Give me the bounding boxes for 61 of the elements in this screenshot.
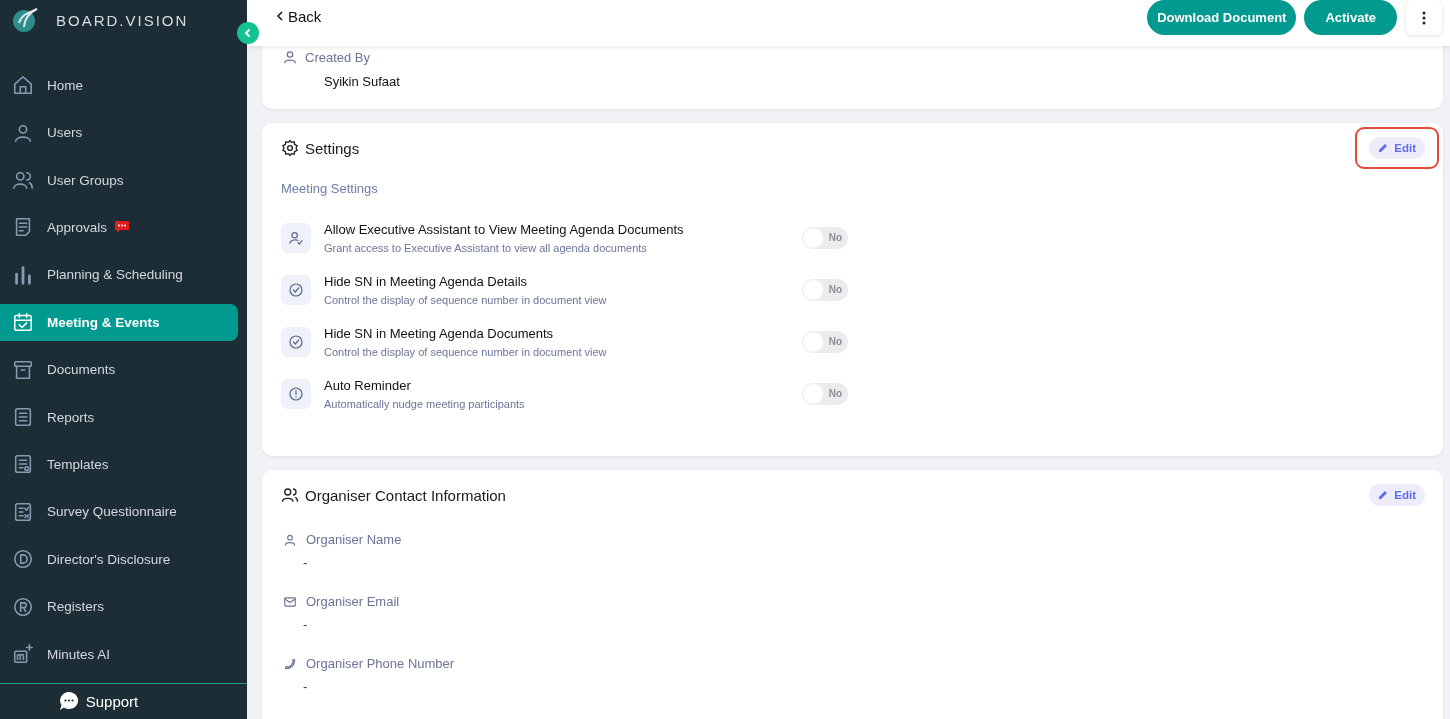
field-label: Created By	[305, 50, 371, 65]
nav-item[interactable]: Documents	[0, 351, 238, 389]
field-value: Syikin Sufaat	[323, 74, 400, 89]
field-value: -	[303, 555, 308, 570]
nav-item[interactable]: Home	[0, 66, 238, 104]
field-label: Organiser Phone Number	[306, 656, 455, 671]
archive-icon	[12, 358, 34, 381]
edit-button[interactable]: Edit	[1369, 484, 1425, 506]
back-link[interactable]: Back	[276, 7, 322, 25]
support-button[interactable]: Support	[0, 682, 247, 719]
more-vertical-icon	[1422, 10, 1426, 25]
nav-item[interactable]: Survey Questionnaire	[0, 493, 238, 531]
setting-description: Control the display of sequence number in document view	[324, 294, 608, 306]
settings-icon	[281, 139, 299, 157]
pencil-icon	[1378, 490, 1389, 500]
user-icon	[283, 532, 297, 547]
setting-title: Hide SN in Meeting Agenda Documents	[324, 326, 555, 341]
edit-button[interactable]: Edit	[1369, 137, 1425, 159]
card-title: Settings	[305, 139, 360, 157]
mail-icon	[283, 594, 297, 609]
field-label: Organiser Name	[306, 532, 402, 547]
chat-badge-icon	[114, 220, 131, 235]
users-icon	[12, 169, 34, 192]
nav-item[interactable]: Reports	[0, 398, 238, 436]
setting-title: Allow Executive Assistant to View Meeting Agenda Documents	[324, 222, 685, 237]
setting-description: Control the display of sequence number in document view	[324, 346, 608, 358]
user-icon	[284, 51, 296, 64]
setting-title: Hide SN in Meeting Agenda Details	[324, 274, 529, 289]
logo-icon	[12, 7, 38, 34]
users-icon	[281, 486, 299, 504]
template-icon	[12, 453, 34, 476]
setting-description: Automatically nudge meeting participants	[324, 398, 526, 410]
nav-item[interactable]: Approvals	[0, 209, 238, 246]
user-check-icon	[281, 223, 311, 253]
chevron-left-icon	[276, 10, 284, 22]
letter-d-icon	[12, 548, 34, 571]
field-label: Organiser Email	[306, 594, 400, 609]
phone-icon	[283, 656, 297, 671]
chevron-left-icon	[243, 28, 253, 38]
nav-item[interactable]: Minutes AI	[0, 635, 238, 673]
nav-item[interactable]: Planning & Scheduling	[0, 256, 238, 294]
nav-item[interactable]: User Groups	[0, 161, 238, 199]
brand-name: BOARD.VISION	[56, 11, 189, 29]
setting-description: Grant access to Executive Assistant to view all agenda documents	[324, 242, 648, 254]
home-icon	[12, 74, 34, 97]
registered-icon	[12, 595, 34, 618]
bar-chart-icon	[12, 263, 34, 286]
section-title: Meeting Settings	[280, 180, 379, 196]
field-value: -	[303, 617, 308, 632]
field-value: -	[303, 679, 308, 694]
calendar-check-icon	[12, 311, 34, 334]
nav-item[interactable]: Registers	[0, 588, 238, 626]
card-title: Organiser Contact Information	[305, 486, 506, 504]
nav-item[interactable]: Director's Disclosure	[0, 540, 238, 578]
nav-item[interactable]: Templates	[0, 445, 238, 483]
list-icon	[12, 406, 34, 429]
chat-icon	[58, 691, 79, 712]
pencil-icon	[1378, 143, 1389, 153]
setting-title: Auto Reminder	[324, 378, 412, 393]
nav-item[interactable]: Users	[0, 114, 238, 152]
checklist-icon	[12, 500, 34, 523]
